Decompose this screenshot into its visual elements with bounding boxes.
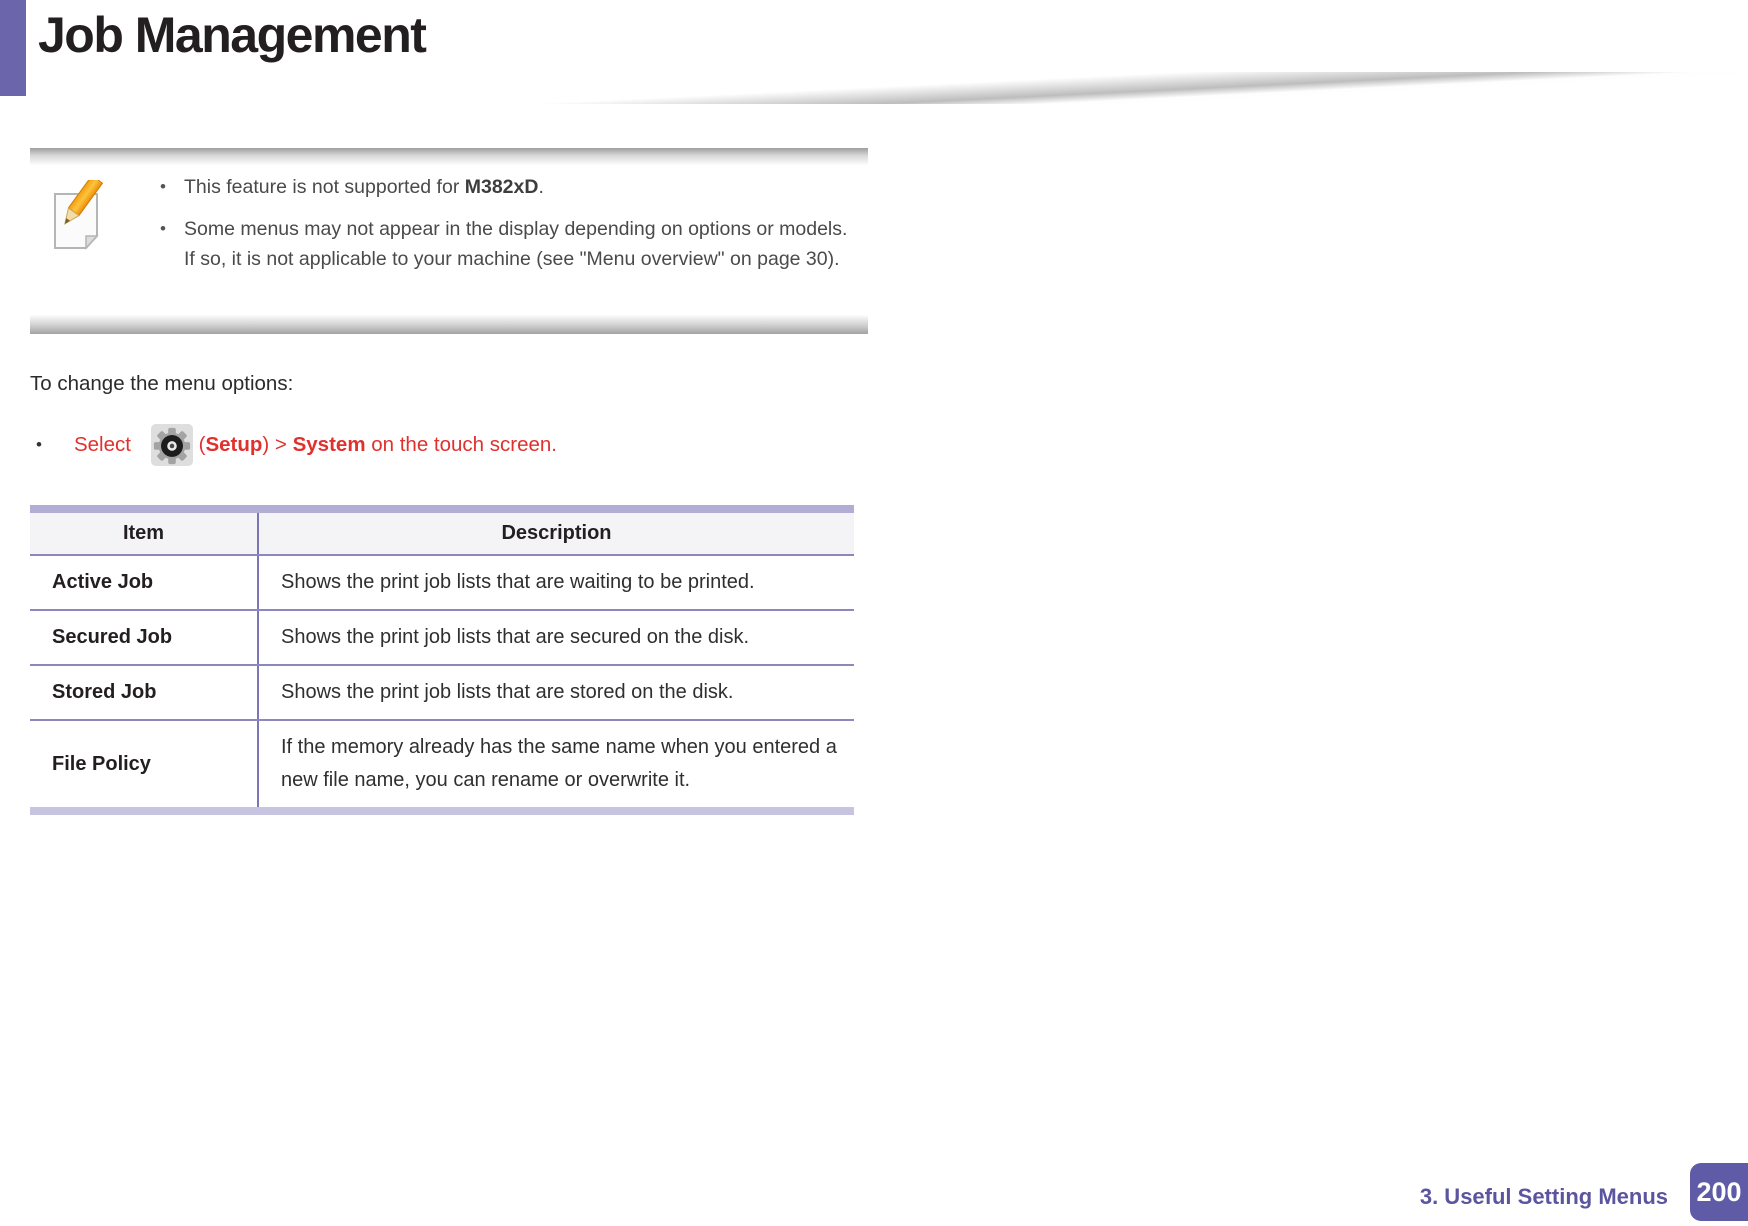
title-divider-rule — [55, 72, 1748, 104]
menu-options-table: Item Description Active Job Shows the pr… — [30, 505, 854, 815]
page-title: Job Management — [38, 7, 427, 63]
table-cell-item: File Policy — [30, 720, 258, 815]
note-bottom-rule — [30, 315, 868, 334]
corner-accent-bar — [0, 0, 26, 96]
select-step-setup-label: Setup — [205, 433, 263, 456]
setup-gear-icon — [150, 424, 193, 466]
note-bullet-list: • This feature is not supported for M382x… — [160, 172, 858, 286]
table-cell-item: Secured Job — [30, 610, 258, 666]
table-cell-description: If the memory already has the same name … — [257, 720, 854, 815]
note-bullet-2: • Some menus may not appear in the displa… — [160, 214, 858, 274]
table-header-row: Item Description — [30, 505, 854, 556]
table-cell-item: Stored Job — [30, 665, 258, 721]
table-row: Secured Job Shows the print job lists th… — [30, 610, 854, 666]
table-cell-description: Shows the print job lists that are secur… — [257, 610, 854, 666]
table-row: Active Job Shows the print job lists tha… — [30, 555, 854, 611]
select-step-mid: ) > — [262, 433, 293, 456]
bullet-dot-icon: • — [36, 435, 42, 454]
select-step-part1: Select — [73, 433, 137, 456]
note-top-rule — [30, 148, 868, 165]
bullet-dot-icon: • — [160, 177, 166, 196]
table-cell-item: Active Job — [30, 555, 258, 611]
note-bullet-2-text: Some menus may not appear in the display… — [184, 218, 848, 270]
note-bullet-1: • This feature is not supported for M382x… — [160, 172, 858, 202]
manual-page: Job Management • This feature is not sup… — [0, 0, 1748, 1226]
note-bullet-1-text: This feature is not supported for — [184, 176, 465, 198]
intro-text: To change the menu options: — [30, 372, 294, 395]
table-row: Stored Job Shows the print job lists tha… — [30, 665, 854, 721]
page-number: 200 — [1696, 1176, 1742, 1207]
select-step-tail: on the touch screen. — [365, 433, 558, 456]
select-step: • Select (Setup) > System on the touch… — [36, 424, 1708, 466]
table-row: File Policy If the memory already has th… — [30, 720, 854, 815]
bullet-dot-icon: • — [160, 219, 166, 238]
note-pencil-icon — [54, 180, 104, 250]
table-header-description: Description — [257, 505, 854, 556]
table-cell-description: Shows the print job lists that are waiti… — [257, 555, 854, 611]
table-header-item: Item — [30, 505, 258, 556]
table-cell-description: Shows the print job lists that are store… — [257, 665, 854, 721]
note-box: • This feature is not supported for M382x… — [30, 148, 868, 334]
select-step-system-label: System — [292, 433, 366, 456]
page-number-badge: 200 — [1690, 1163, 1748, 1221]
note-bullet-1-model: M382xD — [464, 176, 539, 198]
note-bullet-1-period: . — [538, 176, 544, 198]
select-step-open-paren: ( — [198, 433, 206, 456]
footer-chapter-title: 3. Useful Setting Menus — [1419, 1184, 1668, 1209]
